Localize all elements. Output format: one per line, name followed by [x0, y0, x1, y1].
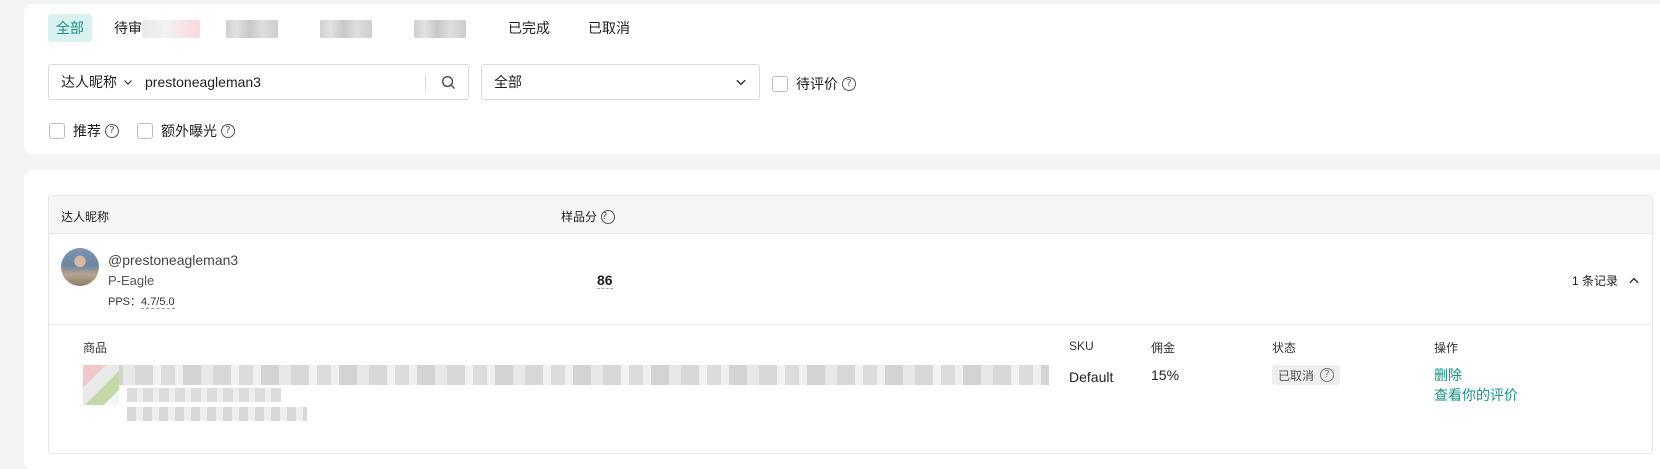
- help-icon[interactable]: ?: [1320, 368, 1335, 382]
- help-icon[interactable]: ?: [842, 77, 856, 91]
- search-type-label: 达人昵称: [61, 74, 117, 90]
- tab-cancelled[interactable]: 已取消: [580, 14, 638, 42]
- search-input[interactable]: prestoneagleman3: [145, 65, 425, 99]
- records-toggle[interactable]: 1 条记录: [1572, 272, 1640, 289]
- tab-redacted-1[interactable]: [218, 14, 286, 42]
- status-tabs: 全部 待审 已完成 已取消: [48, 14, 638, 42]
- table-header: 达人昵称 样品分 ?: [49, 196, 1652, 234]
- creator-search: 达人昵称 prestoneagleman3: [48, 64, 469, 100]
- search-type-dropdown[interactable]: 达人昵称: [49, 65, 145, 99]
- recommend-checkbox[interactable]: 推荐 ?: [49, 121, 119, 141]
- column-creator: 达人昵称: [61, 210, 110, 224]
- column-product: 商品: [83, 341, 108, 355]
- pps-value[interactable]: 4.7/5.0: [141, 296, 175, 309]
- pending-review-label: 待评价: [796, 76, 838, 92]
- tab-pending-redacted: [142, 20, 200, 39]
- sample-score[interactable]: 86: [597, 272, 613, 289]
- status-badge: 已取消 ?: [1272, 365, 1341, 385]
- search-icon: [441, 75, 455, 89]
- pending-review-checkbox[interactable]: 待评价 ?: [772, 74, 856, 94]
- search-button[interactable]: [428, 65, 468, 99]
- help-icon[interactable]: ?: [105, 124, 119, 138]
- extra-exposure-checkbox[interactable]: 额外曝光 ?: [137, 121, 235, 141]
- tab-completed[interactable]: 已完成: [500, 14, 558, 42]
- avatar[interactable]: [61, 248, 99, 286]
- tab-pending[interactable]: 待审: [106, 14, 208, 42]
- redacted-label: [414, 20, 466, 39]
- creator-pps: PPS：4.7/5.0: [108, 293, 175, 309]
- results-table: 达人昵称 样品分 ? @prestoneagleman3 P-Eagle PPS…: [48, 195, 1653, 454]
- creator-nickname: P-Eagle: [108, 273, 155, 288]
- search-divider: [425, 74, 426, 90]
- status-select-value: 全部: [494, 74, 522, 90]
- product-id-redacted: [127, 407, 307, 421]
- column-sku: SKU: [1069, 339, 1094, 353]
- pps-label: PPS：: [108, 296, 142, 308]
- chevron-down-icon: [736, 79, 746, 86]
- help-icon[interactable]: ?: [221, 124, 235, 138]
- tab-all[interactable]: 全部: [48, 14, 92, 42]
- product-thumbnail: [83, 365, 119, 405]
- status-select[interactable]: 全部: [481, 64, 760, 100]
- column-action: 操作: [1434, 341, 1459, 355]
- delete-link[interactable]: 删除: [1434, 365, 1462, 385]
- creator-handle[interactable]: @prestoneagleman3: [108, 252, 238, 268]
- view-review-link[interactable]: 查看你的评价: [1434, 385, 1518, 405]
- recommend-label: 推荐: [73, 123, 101, 139]
- redacted-label: [320, 20, 372, 39]
- tab-redacted-3[interactable]: [406, 14, 474, 42]
- checkbox-box[interactable]: [49, 123, 65, 139]
- table-row: @prestoneagleman3 P-Eagle PPS：4.7/5.0 86…: [49, 234, 1652, 325]
- tab-pending-label: 待审: [114, 20, 142, 36]
- redacted-label: [226, 20, 278, 39]
- column-sample-score: 样品分 ?: [561, 208, 616, 225]
- help-icon[interactable]: ?: [601, 209, 616, 224]
- product-subtitle-redacted: [127, 388, 281, 402]
- extra-exposure-label: 额外曝光: [161, 123, 217, 139]
- sub-table: 商品 SKU 佣金 状态 操作 Default 15% 已取消 ? 删除 查看你…: [49, 325, 1652, 453]
- chevron-down-icon: [124, 80, 132, 85]
- sku-value: Default: [1069, 369, 1114, 385]
- chevron-up-icon: [1629, 277, 1639, 283]
- status-badge-label: 已取消: [1278, 368, 1315, 383]
- tab-redacted-2[interactable]: [312, 14, 380, 42]
- product-title-redacted[interactable]: [83, 365, 1049, 385]
- column-commission: 佣金: [1151, 341, 1176, 355]
- checkbox-box[interactable]: [772, 76, 788, 92]
- column-sample-score-label: 样品分: [561, 210, 598, 224]
- commission-value: 15%: [1151, 367, 1180, 383]
- column-status: 状态: [1272, 341, 1297, 355]
- records-count: 1 条记录: [1571, 274, 1618, 288]
- checkbox-box[interactable]: [137, 123, 153, 139]
